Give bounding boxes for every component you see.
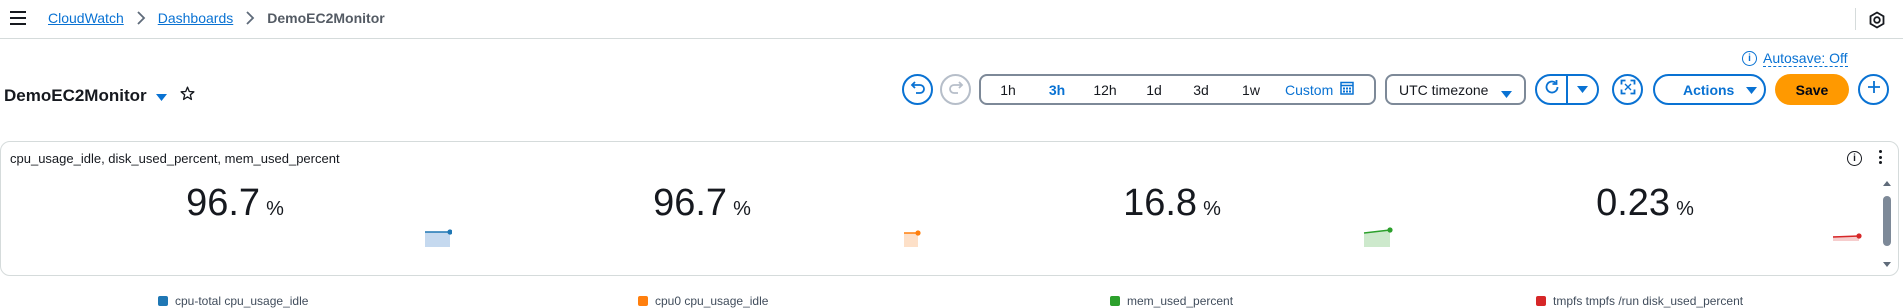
widget-scrollbar[interactable]: [1880, 178, 1894, 272]
metric-number: 96.7: [653, 182, 728, 224]
metric-unit: %: [1203, 198, 1221, 220]
legend-swatch: [158, 296, 168, 306]
legend-swatch: [1536, 296, 1546, 306]
fullscreen-button[interactable]: [1612, 74, 1643, 105]
dashboard-title-area: DemoEC2Monitor: [4, 84, 195, 107]
add-icon: [1867, 80, 1881, 99]
number-widget: cpu_usage_idle, disk_used_percent, mem_u…: [0, 141, 1899, 308]
sparkline-chart: [1832, 233, 1862, 241]
page-title: DemoEC2Monitor: [4, 85, 147, 105]
breadcrumb-dashboards[interactable]: Dashboards: [158, 10, 234, 26]
metric-number: 16.8: [1123, 182, 1198, 224]
legend-label: mem_used_percent: [1127, 294, 1234, 308]
metric-mem-used: 16.8% mem_used_percent: [941, 182, 1411, 308]
actions-dropdown[interactable]: Actions: [1653, 74, 1766, 105]
legend-item: cpu0 cpu_usage_idle: [638, 294, 768, 308]
top-navigation-bar: CloudWatch Dashboards DemoEC2Monitor: [0, 0, 1903, 39]
metric-cpu-total: 96.7% cpu-total cpu_usage_idle: [1, 182, 471, 308]
calendar-icon: [1340, 81, 1354, 98]
breadcrumb-cloudwatch[interactable]: CloudWatch: [48, 10, 124, 26]
caret-down-icon: [1576, 81, 1588, 99]
sparkline-chart: [904, 230, 921, 247]
caret-down-icon[interactable]: [155, 87, 167, 107]
timezone-select[interactable]: UTC timezone: [1385, 74, 1526, 105]
legend-item: mem_used_percent: [1110, 294, 1233, 308]
metric-number: 96.7: [186, 182, 261, 224]
caret-down-icon: [1501, 86, 1512, 102]
metric-number: 0.23: [1596, 182, 1671, 224]
autosave-toggle[interactable]: i Autosave: Off: [1742, 50, 1848, 67]
sparkline-line: [1832, 235, 1860, 238]
scroll-down-icon[interactable]: [1880, 260, 1894, 270]
metric-disk-used: 0.23% tmpfs tmpfs /run disk_used_percent: [1411, 182, 1881, 308]
scrollbar-thumb[interactable]: [1883, 196, 1891, 246]
breadcrumb: CloudWatch Dashboards DemoEC2Monitor: [48, 10, 385, 26]
time-range-selector: 1h 3h 12h 1d 3d 1w Custom: [979, 74, 1376, 105]
legend-item: tmpfs tmpfs /run disk_used_percent: [1536, 294, 1743, 308]
widget-title: cpu_usage_idle, disk_used_percent, mem_u…: [10, 151, 340, 166]
chevron-right-icon: [136, 11, 146, 25]
menu-icon[interactable]: [10, 11, 28, 27]
timezone-label: UTC timezone: [1399, 81, 1489, 98]
custom-range-label: Custom: [1285, 81, 1334, 98]
sparkline-area: [904, 233, 918, 247]
metric-value: 96.7%: [602, 182, 802, 225]
sparkline-endpoint: [915, 230, 921, 236]
time-range-1d[interactable]: 1d: [1131, 82, 1177, 98]
refresh-options-dropdown[interactable]: [1568, 76, 1597, 103]
sparkline-chart: [425, 229, 452, 247]
metric-unit: %: [1676, 198, 1694, 220]
chevron-right-icon: [245, 11, 255, 25]
legend-swatch: [638, 296, 648, 306]
refresh-button[interactable]: [1537, 76, 1566, 103]
save-button[interactable]: Save: [1775, 74, 1849, 105]
caret-down-icon: [1746, 82, 1758, 98]
refresh-icon: [1544, 79, 1560, 100]
legend-label: cpu0 cpu_usage_idle: [655, 294, 769, 308]
legend-swatch: [1110, 296, 1120, 306]
add-widget-button[interactable]: [1858, 74, 1889, 105]
star-icon[interactable]: [180, 85, 195, 106]
legend-label: cpu-total cpu_usage_idle: [175, 294, 309, 308]
redo-icon: [948, 79, 964, 100]
sparkline-endpoint: [1856, 233, 1862, 239]
sparkline-area: [425, 232, 450, 247]
scroll-up-icon[interactable]: [1880, 178, 1894, 188]
sparkline-chart: [1363, 227, 1393, 247]
info-icon: i: [1742, 51, 1757, 66]
legend-label: tmpfs tmpfs /run disk_used_percent: [1553, 294, 1744, 308]
metric-value: 96.7%: [135, 182, 335, 225]
refresh-button-group: [1535, 74, 1599, 105]
time-range-1w[interactable]: 1w: [1225, 82, 1277, 98]
redo-button[interactable]: [940, 74, 971, 105]
actions-label: Actions: [1683, 81, 1735, 98]
custom-range-button[interactable]: Custom: [1285, 81, 1354, 98]
metric-value: 0.23%: [1545, 182, 1745, 225]
undo-button[interactable]: [902, 74, 933, 105]
legend-item: cpu-total cpu_usage_idle: [158, 294, 308, 308]
time-range-3h[interactable]: 3h: [1035, 82, 1079, 98]
more-options-icon[interactable]: [1877, 150, 1883, 166]
autosave-label: Autosave: Off: [1763, 50, 1848, 67]
divider: [1855, 8, 1856, 30]
time-range-12h[interactable]: 12h: [1079, 82, 1131, 98]
info-icon[interactable]: i: [1847, 151, 1862, 166]
fullscreen-icon: [1620, 79, 1636, 100]
metric-unit: %: [266, 198, 284, 220]
undo-icon: [910, 79, 926, 100]
time-range-1h[interactable]: 1h: [981, 82, 1035, 98]
metric-cpu0: 96.7% cpu0 cpu_usage_idle: [471, 182, 941, 308]
breadcrumb-current: DemoEC2Monitor: [267, 10, 385, 26]
metric-value: 16.8%: [1072, 182, 1272, 225]
time-range-3d[interactable]: 3d: [1177, 82, 1225, 98]
sparkline-endpoint: [1387, 227, 1393, 233]
settings-icon[interactable]: [1868, 11, 1886, 29]
metric-unit: %: [733, 198, 751, 220]
